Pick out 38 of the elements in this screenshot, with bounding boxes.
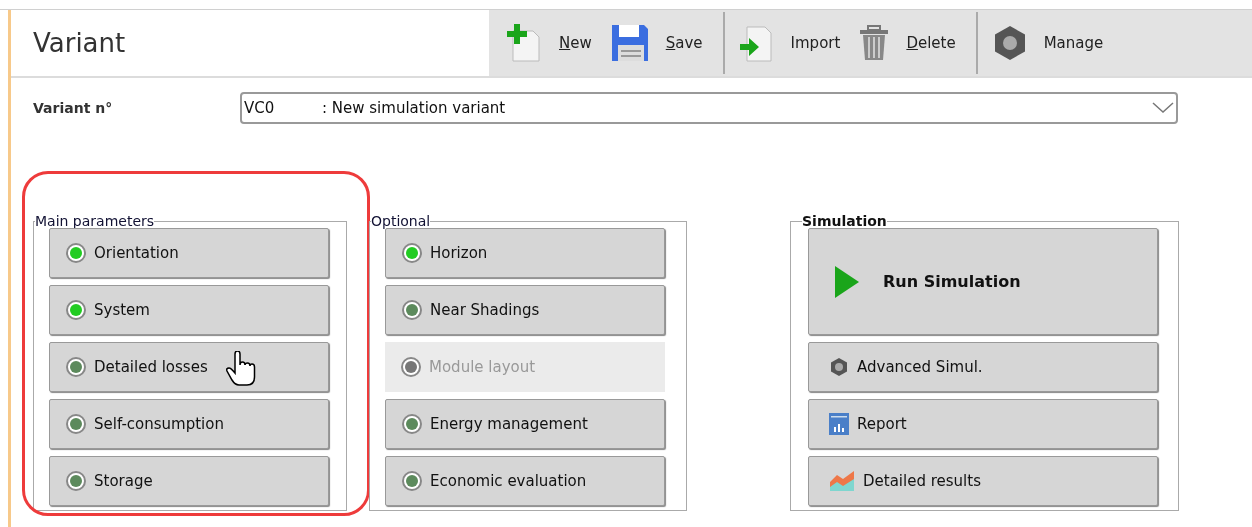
- button-label: Delete: [906, 32, 956, 54]
- parameter-button[interactable]: Storage: [49, 456, 329, 506]
- variant-dropdown[interactable]: VC0 : New simulation variant: [240, 92, 1178, 124]
- parameter-button[interactable]: Detailed losses: [49, 342, 329, 392]
- play-icon: [835, 265, 859, 298]
- window-title: Variant: [33, 26, 126, 60]
- simulation-button[interactable]: Advanced Simul.: [808, 342, 1158, 392]
- simulation-button[interactable]: Report: [808, 399, 1158, 449]
- status-indicator: [401, 357, 421, 377]
- parameter-button[interactable]: System: [49, 285, 329, 335]
- manage-button[interactable]: Manage: [985, 18, 1110, 68]
- bar-chart-icon: [829, 413, 849, 435]
- new-button[interactable]: New: [499, 18, 598, 68]
- parameter-button[interactable]: Economic evaluation: [385, 456, 665, 506]
- group-title: Simulation: [802, 214, 887, 228]
- area-chart-icon: [829, 470, 855, 492]
- parameter-button[interactable]: Near Shadings: [385, 285, 665, 335]
- trash-icon: [858, 25, 891, 61]
- button-label: Save: [665, 32, 703, 54]
- parameter-button[interactable]: Energy management: [385, 399, 665, 449]
- group-title: Main parameters: [35, 214, 155, 228]
- parameter-button[interactable]: Horizon: [385, 228, 665, 278]
- field-label: Variant n°: [33, 98, 114, 118]
- delete-button[interactable]: Delete: [852, 18, 962, 68]
- parameter-button[interactable]: Orientation: [49, 228, 329, 278]
- file-plus-icon: [505, 23, 543, 63]
- group-title: Optional: [371, 214, 431, 228]
- run-simulation-button[interactable]: Run Simulation: [808, 228, 1158, 335]
- button-label: New: [559, 32, 592, 54]
- button-label: Manage: [1043, 32, 1104, 54]
- parameter-button[interactable]: Self-consumption: [49, 399, 329, 449]
- button-label: Import: [790, 32, 841, 54]
- save-button[interactable]: Save: [603, 18, 709, 68]
- gear-icon: [829, 357, 849, 377]
- file-arrow-icon: [738, 23, 775, 63]
- simulation-button[interactable]: Detailed results: [808, 456, 1158, 506]
- import-button[interactable]: Import: [732, 18, 847, 68]
- dropdown-caret-icon: [1152, 102, 1174, 114]
